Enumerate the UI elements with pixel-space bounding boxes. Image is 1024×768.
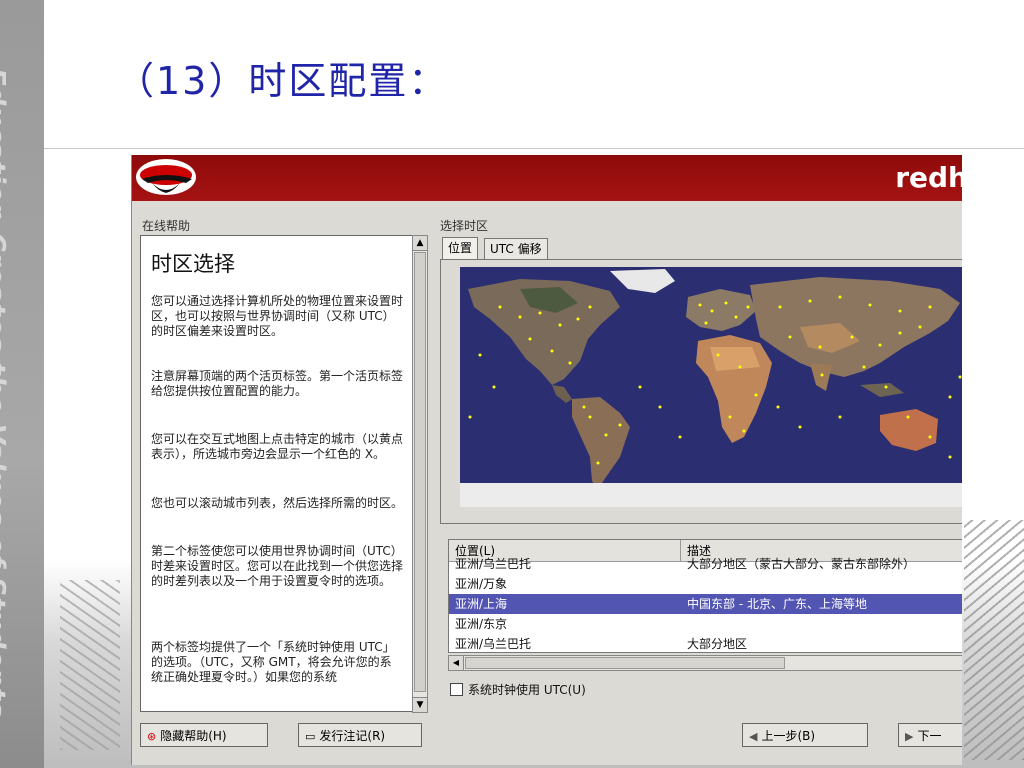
list-item[interactable]: 亚洲/万象	[449, 574, 962, 594]
utc-checkbox[interactable]: 系统时钟使用 UTC(U)	[450, 681, 586, 698]
list-item-selected[interactable]: 亚洲/上海 中国东部 - 北京、广东、上海等地	[449, 594, 962, 614]
background-tree-left	[60, 580, 120, 750]
brand-text: redh	[895, 161, 962, 194]
release-notes-button[interactable]: ▭ 发行注记(R)	[298, 723, 422, 747]
next-label: 下一	[917, 729, 942, 743]
document-icon: ▭	[305, 730, 316, 743]
description-cell: 中国东部 - 北京、广东、上海等地	[687, 597, 867, 611]
world-map[interactable]	[460, 267, 962, 507]
next-button[interactable]: ▶ 下一	[898, 723, 962, 747]
help-paragraph: 第二个标签使您可以使用世界协调时间（UTC）时差来设置时区。您可以在此找到一个供…	[151, 544, 404, 588]
scrollbar-thumb[interactable]	[414, 252, 426, 692]
help-panel[interactable]: 时区选择 您可以通过选择计算机所处的物理位置来设置时区，也可以按照与世界协调时间…	[140, 235, 419, 712]
scroll-up-arrow-icon[interactable]: ▲	[413, 236, 427, 251]
scroll-down-arrow-icon[interactable]: ▼	[413, 697, 427, 712]
tab-location[interactable]: 位置	[442, 237, 479, 260]
title-divider	[44, 148, 1024, 149]
back-label: 上一步(B)	[761, 729, 816, 743]
help-paragraph: 您可以通过选择计算机所处的物理位置来设置时区，也可以按照与世界协调时间（又称 U…	[151, 294, 404, 338]
background-tree-right	[964, 520, 1024, 760]
list-horizontal-scrollbar[interactable]: ◀	[448, 655, 962, 671]
location-cell: 亚洲/乌兰巴托	[455, 557, 532, 571]
arrow-right-icon: ▶	[905, 730, 914, 743]
help-paragraph: 两个标签均提供了一个「系统时钟使用 UTC」的选项。（UTC，又称 GMT，将会…	[151, 640, 395, 684]
hide-help-label: 隐藏帮助(H)	[160, 729, 227, 743]
help-section-label: 在线帮助	[142, 219, 191, 233]
side-vertical-text: Education Creates the Values of Students	[0, 68, 44, 728]
shadowman-logo-icon	[136, 159, 196, 195]
help-paragraph: 注意屏幕顶端的两个活页标签。第一个活页标签给您提供按位置配置的能力。	[151, 369, 404, 398]
help-title: 时区选择	[151, 252, 235, 276]
description-cell: 大部分地区	[687, 637, 748, 651]
list-item[interactable]: 亚洲/乌兰巴托 大部分地区	[449, 634, 962, 652]
header-banner: redh	[132, 155, 962, 201]
lifebuoy-icon: ⊛	[147, 730, 157, 743]
help-paragraph: 您也可以滚动城市列表，然后选择所需的时区。	[151, 496, 404, 510]
timezone-list[interactable]: 位置(L) 描述 亚洲/乌兰巴托 大部分地区（蒙古大部分、蒙古东部除外） 亚洲/万…	[448, 539, 962, 653]
back-button[interactable]: ◀ 上一步(B)	[742, 723, 868, 747]
tab-utc-offset[interactable]: UTC 偏移	[484, 238, 548, 259]
installer-window: redh 在线帮助 选择时区 时区选择 您可以通过选择计算机所处的物理位置来设置…	[131, 155, 962, 765]
slide-title: （13）时区配置：	[116, 59, 449, 103]
help-scrollbar[interactable]: ▲ ▼	[412, 235, 428, 713]
location-cell: 亚洲/东京	[455, 617, 508, 631]
description-cell: 大部分地区（蒙古大部分、蒙古东部除外）	[687, 557, 916, 571]
list-item[interactable]: 亚洲/东京	[449, 614, 962, 634]
arrow-left-icon: ◀	[749, 730, 758, 743]
hide-help-button[interactable]: ⊛ 隐藏帮助(H)	[140, 723, 268, 747]
list-item[interactable]: 亚洲/乌兰巴托 大部分地区（蒙古大部分、蒙古东部除外）	[449, 554, 962, 574]
location-cell: 亚洲/乌兰巴托	[455, 637, 532, 651]
help-paragraph: 您可以在交互式地图上点击特定的城市（以黄点表示），所选城市旁边会显示一个红色的 …	[151, 432, 404, 461]
location-cell: 亚洲/万象	[455, 577, 508, 591]
location-cell: 亚洲/上海	[455, 597, 508, 611]
release-notes-label: 发行注记(R)	[319, 729, 386, 743]
checkbox-icon[interactable]	[450, 683, 463, 696]
scrollbar-thumb[interactable]	[465, 657, 785, 669]
side-vertical-label: Education Creates the Values of Students	[0, 68, 10, 718]
scroll-left-arrow-icon[interactable]: ◀	[449, 656, 464, 670]
timezone-section-label: 选择时区	[440, 219, 489, 233]
utc-checkbox-label: 系统时钟使用 UTC(U)	[468, 683, 586, 697]
